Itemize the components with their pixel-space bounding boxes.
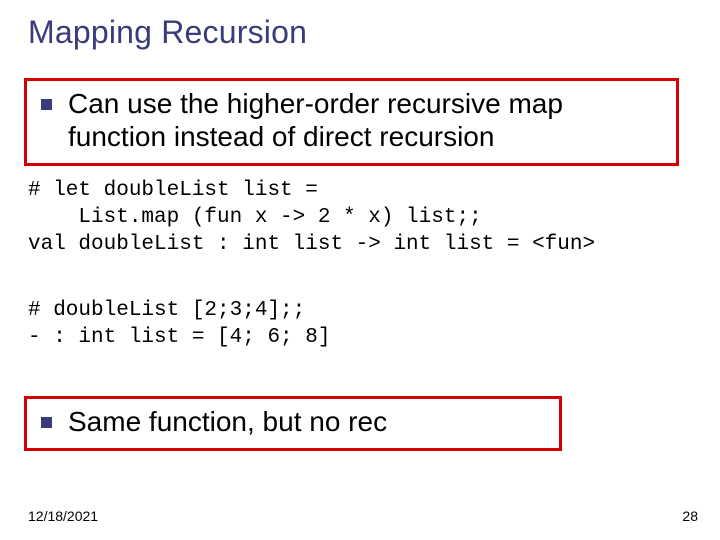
bullet-item-2: Same function, but no rec — [37, 405, 545, 438]
bullet-square-icon — [41, 417, 52, 428]
highlight-box-2: Same function, but no rec — [24, 396, 562, 451]
footer-date: 12/18/2021 — [28, 508, 98, 524]
bullet-text-2: Same function, but no rec — [68, 405, 387, 438]
bullet-text-1: Can use the higher-order recursive map f… — [68, 87, 662, 153]
highlight-box-1: Can use the higher-order recursive map f… — [24, 78, 679, 166]
bullet-item-1: Can use the higher-order recursive map f… — [37, 87, 662, 153]
bullet-square-icon — [41, 99, 52, 110]
slide: Mapping Recursion Can use the higher-ord… — [0, 0, 720, 540]
slide-title: Mapping Recursion — [28, 14, 307, 51]
code-block-2: # doubleList [2;3;4];; - : int list = [4… — [28, 298, 330, 352]
code-block-1: # let doubleList list = List.map (fun x … — [28, 178, 595, 259]
footer-page-number: 28 — [682, 508, 698, 524]
